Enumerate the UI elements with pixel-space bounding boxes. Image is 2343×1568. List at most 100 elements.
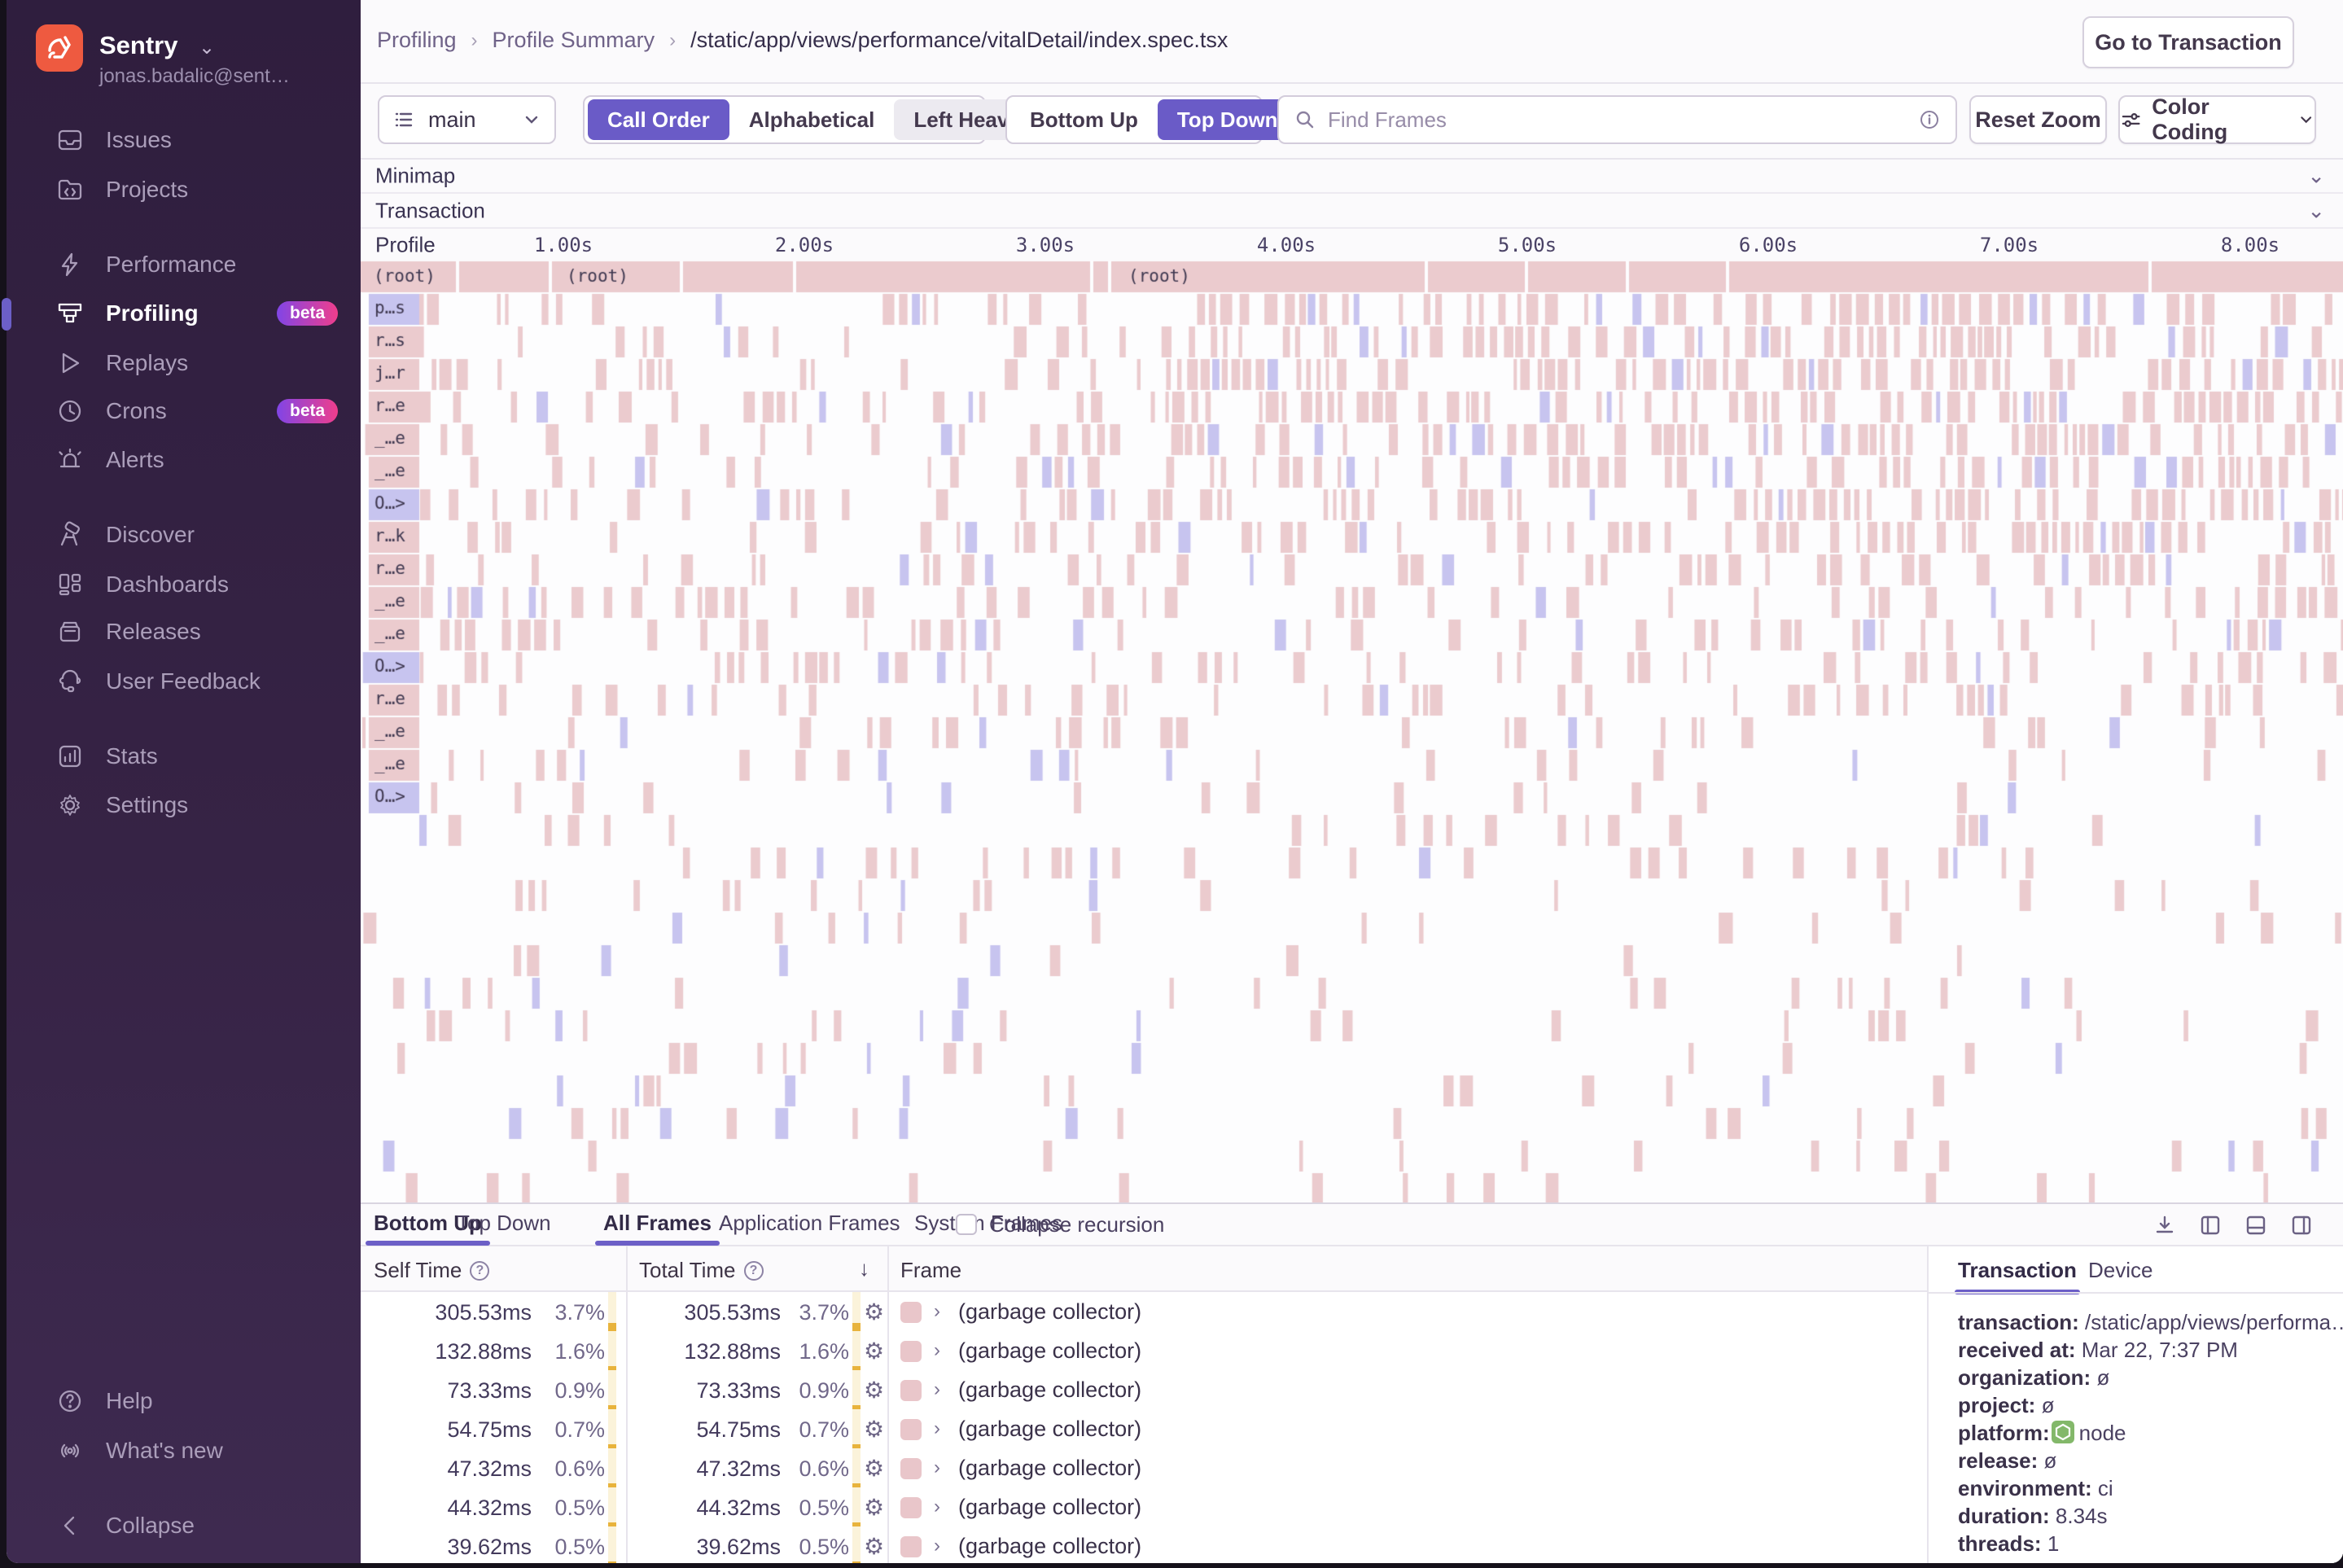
frame-settings-gear-icon[interactable]: ⚙ [864,1533,884,1560]
reset-zoom-button[interactable]: Reset Zoom [1969,95,2107,144]
go-to-transaction-button[interactable]: Go to Transaction [2082,16,2294,68]
sort-call-order[interactable]: Call Order [588,99,729,140]
direction-top-down[interactable]: Top Down [1157,99,1298,140]
alerts-icon [54,444,86,476]
sidebar-item-stats[interactable]: Stats [7,738,361,774]
frame-settings-gear-icon[interactable]: ⚙ [864,1494,884,1521]
total-time-header[interactable]: Total Time? [639,1258,764,1283]
chevron-down-icon[interactable]: ⌄ [2307,198,2325,223]
expand-chevron-icon[interactable]: › [934,1456,940,1479]
sort-descending-icon[interactable]: ↓ [859,1256,869,1281]
issues-icon [54,124,86,156]
color-coding-button[interactable]: Color Coding [2118,94,2316,144]
expand-chevron-icon[interactable]: › [934,1378,940,1401]
axis-tick: 1.00s [533,233,593,256]
frame-settings-gear-icon[interactable]: ⚙ [864,1299,884,1325]
breadcrumb: Profiling › Profile Summary › /static/ap… [377,28,1228,53]
sidebar-item-dashboards[interactable]: Dashboards [7,567,361,602]
releases-icon [54,615,86,648]
crons-icon [54,395,86,427]
org-name[interactable]: Sentry [99,31,177,60]
performance-icon [54,248,86,281]
sidebar-item-crons[interactable]: Crons beta [7,393,361,429]
collapse-recursion-label: Collapse recursion [989,1212,1165,1237]
search-input[interactable] [1328,107,1907,133]
sentry-logo[interactable] [36,24,83,72]
sidebar-item-help[interactable]: Help [7,1383,361,1419]
chevron-down-icon[interactable]: ⌄ [2307,164,2325,189]
sidebar-item-whats-new[interactable]: What's new [7,1433,361,1469]
stats-icon [54,740,86,773]
panel-action-icons [2152,1204,2343,1246]
frame-color-swatch [900,1380,922,1401]
sidebar-collapse-button[interactable]: Collapse [7,1508,361,1544]
frame-settings-gear-icon[interactable]: ⚙ [864,1377,884,1404]
thread-selector[interactable]: main [378,95,556,144]
detail-platform: platform: node [1958,1421,2126,1445]
axis-tick: 2.00s [774,233,834,256]
sidebar-item-projects[interactable]: Projects [7,172,361,208]
sidebar-item-discover[interactable]: Discover [7,517,361,553]
sort-segmented-control: Call Order Alphabetical Left Heavy [583,95,1040,144]
expand-chevron-icon[interactable]: › [934,1417,940,1440]
table-row[interactable]: 132.88ms 1.6% 132.88ms 1.6% ⚙ › (garbage co… [361,1331,1927,1370]
expand-chevron-icon[interactable]: › [934,1300,940,1323]
flamegraph-canvas[interactable] [361,261,2343,1202]
sidebar-item-user-feedback[interactable]: User Feedback [7,664,361,699]
direction-segmented-control: Bottom Up Top Down [1005,95,1298,144]
profile-axis-lane: Profile 1.00s 2.00s 3.00s 4.00s 5.00s 6.… [361,229,2343,261]
app-window: Sentry ⌄ jonas.badalic@sent… Issues Proj… [7,0,2343,1563]
frame-header[interactable]: Frame [900,1258,961,1283]
sidebar-item-settings[interactable]: Settings [7,787,361,823]
frame-table-tabs: Bottom Up Top Down All Frames Applicatio… [361,1204,2343,1246]
tab-device[interactable]: Device [2088,1258,2152,1283]
sidebar-item-performance[interactable]: Performance [7,247,361,283]
breadcrumb-profiling[interactable]: Profiling [377,28,457,53]
dock-left-icon[interactable] [2198,1213,2223,1237]
table-row[interactable]: 44.32ms 0.5% 44.32ms 0.5% ⚙ › (garbage coll… [361,1487,1927,1526]
expand-chevron-icon[interactable]: › [934,1535,940,1557]
sidebar-item-alerts[interactable]: Alerts [7,442,361,478]
frame-settings-gear-icon[interactable]: ⚙ [864,1338,884,1364]
breadcrumb-current-path: /static/app/views/performance/vitalDetai… [690,28,1228,52]
detail-threads: threads: 1 [1958,1531,2060,1556]
dock-right-icon[interactable] [2289,1213,2314,1237]
sidebar-item-profiling[interactable]: Profiling beta [7,296,361,331]
tab-transaction[interactable]: Transaction [1955,1258,2080,1294]
download-icon[interactable] [2152,1213,2177,1237]
self-time-header[interactable]: Self Time? [374,1258,490,1283]
direction-bottom-up[interactable]: Bottom Up [1010,99,1158,140]
sidebar-item-issues[interactable]: Issues [7,122,361,158]
sort-alphabetical[interactable]: Alphabetical [729,99,895,140]
table-row[interactable]: 305.53ms 3.7% 305.53ms 3.7% ⚙ › (garbage co… [361,1292,1927,1331]
expand-chevron-icon[interactable]: › [934,1496,940,1518]
frame-settings-gear-icon[interactable]: ⚙ [864,1455,884,1482]
table-row[interactable]: 47.32ms 0.6% 47.32ms 0.6% ⚙ › (garbage coll… [361,1448,1927,1487]
color-coding-label: Color Coding [2152,94,2228,144]
tab-top-down[interactable]: Top Down [457,1211,551,1236]
collapse-recursion-checkbox[interactable] [956,1214,977,1235]
axis-tick: 8.00s [2220,233,2280,256]
tab-all-frames[interactable]: All Frames [595,1211,720,1246]
replays-icon [54,347,86,379]
detail-project: project: ø [1958,1393,2055,1417]
chevron-down-icon [2300,116,2311,124]
table-row[interactable]: 39.62ms 0.5% 39.62ms 0.5% ⚙ › (garbage coll… [361,1526,1927,1563]
find-frames-search [1277,95,1957,144]
sidebar-item-releases[interactable]: Releases [7,614,361,650]
collapse-icon [54,1509,86,1542]
expand-chevron-icon[interactable]: › [934,1339,940,1362]
breadcrumb-profile-summary[interactable]: Profile Summary [493,28,655,53]
table-row[interactable]: 73.33ms 0.9% 73.33ms 0.9% ⚙ › (garbage coll… [361,1370,1927,1409]
sidebar-item-replays[interactable]: Replays [7,345,361,381]
transaction-lane[interactable]: Transaction ⌄ [361,194,2343,229]
user-feedback-icon [54,665,86,698]
table-row[interactable]: 54.75ms 0.7% 54.75ms 0.7% ⚙ › (garbage coll… [361,1409,1927,1448]
dock-bottom-icon[interactable] [2244,1213,2268,1237]
frame-settings-gear-icon[interactable]: ⚙ [864,1416,884,1443]
frame-color-swatch [900,1458,922,1479]
frame-color-swatch [900,1497,922,1518]
minimap-lane[interactable]: Minimap ⌄ [361,160,2343,194]
tab-application-frames[interactable]: Application Frames [719,1211,900,1236]
flamegraph-toolbar: main Call Order Alphabetical Left Heavy … [361,84,2343,160]
